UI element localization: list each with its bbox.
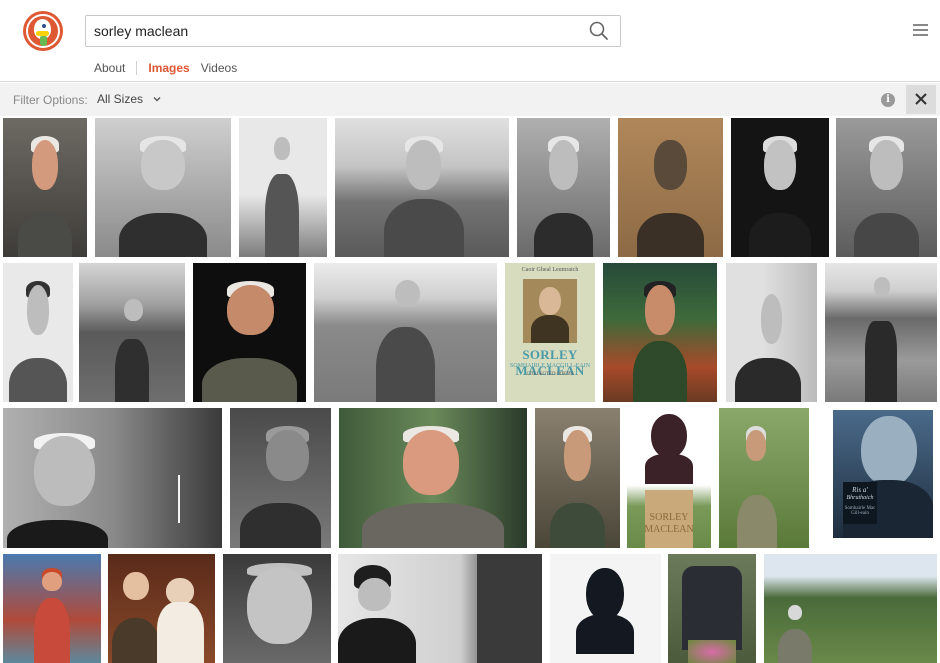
image-result[interactable]: [193, 263, 306, 402]
bust-plinth-line2: MACLEAN: [644, 524, 694, 535]
filter-label: Filter Options:: [13, 93, 88, 107]
header: About Images Videos: [0, 0, 940, 82]
book-cover-subtitle: COLLECTED POEMS: [526, 372, 574, 377]
image-result[interactable]: [230, 408, 331, 548]
image-results-grid: Caoir Gheal Leumraich SORLEY MACLEAN SOM…: [0, 116, 940, 663]
image-result[interactable]: [517, 118, 610, 257]
dark-book-line3: Somhairle Mac Gill-eain: [844, 506, 876, 516]
search-input[interactable]: [94, 16, 574, 46]
image-result[interactable]: [239, 118, 327, 257]
bust-plinth-line1: SORLEY: [649, 512, 689, 523]
image-result[interactable]: [726, 263, 817, 402]
dark-book-line1: Ris a': [852, 486, 868, 494]
filter-bar: Filter Options: All Sizes i: [0, 83, 940, 116]
image-result[interactable]: [335, 118, 509, 257]
search-tabs: About Images Videos: [94, 58, 237, 78]
tab-images[interactable]: Images: [148, 61, 189, 75]
image-result-book-cover[interactable]: Caoir Gheal Leumraich SORLEY MACLEAN SOM…: [505, 263, 595, 402]
book-cover-gaelic-name: SOMHAIRLE MACGILL-EAIN: [509, 363, 591, 369]
image-result-bust[interactable]: [550, 554, 661, 663]
image-result[interactable]: [338, 554, 542, 663]
info-icon[interactable]: i: [881, 93, 895, 107]
image-result[interactable]: [825, 263, 937, 402]
image-result[interactable]: [3, 118, 87, 257]
tab-divider: [136, 61, 138, 75]
image-result[interactable]: [339, 408, 527, 548]
image-result[interactable]: [719, 408, 809, 548]
duckduckgo-logo[interactable]: [23, 11, 63, 51]
image-result[interactable]: [603, 263, 717, 402]
image-result[interactable]: [764, 554, 937, 663]
image-result[interactable]: [535, 408, 620, 548]
image-result[interactable]: [314, 263, 497, 402]
image-result[interactable]: [95, 118, 231, 257]
tab-videos[interactable]: Videos: [201, 61, 237, 75]
tab-about[interactable]: About: [94, 61, 125, 75]
book-cover-top-text: Caoir Gheal Leumraich: [521, 267, 579, 273]
image-result[interactable]: [223, 554, 331, 663]
image-result[interactable]: [3, 263, 73, 402]
search-icon[interactable]: [588, 20, 610, 42]
image-result-bust[interactable]: SORLEY MACLEAN: [627, 408, 711, 548]
image-result-book-cover[interactable]: Ris a' Bhruthaich Somhairle Mac Gill-eai…: [817, 408, 937, 548]
image-result[interactable]: [3, 408, 222, 548]
image-result[interactable]: [108, 554, 215, 663]
search-box: [85, 15, 621, 47]
image-result-gravestone[interactable]: [668, 554, 756, 663]
close-icon[interactable]: [906, 85, 936, 114]
size-filter-value: All Sizes: [97, 92, 144, 106]
chevron-down-icon: [153, 97, 161, 102]
image-result[interactable]: [618, 118, 723, 257]
dark-book-line2: Bhruthaich: [846, 495, 874, 501]
size-filter-dropdown[interactable]: All Sizes: [97, 92, 162, 106]
image-result[interactable]: [836, 118, 937, 257]
image-result[interactable]: [79, 263, 185, 402]
hamburger-menu-icon[interactable]: [913, 24, 928, 37]
image-result[interactable]: [3, 554, 101, 663]
image-result[interactable]: [731, 118, 829, 257]
